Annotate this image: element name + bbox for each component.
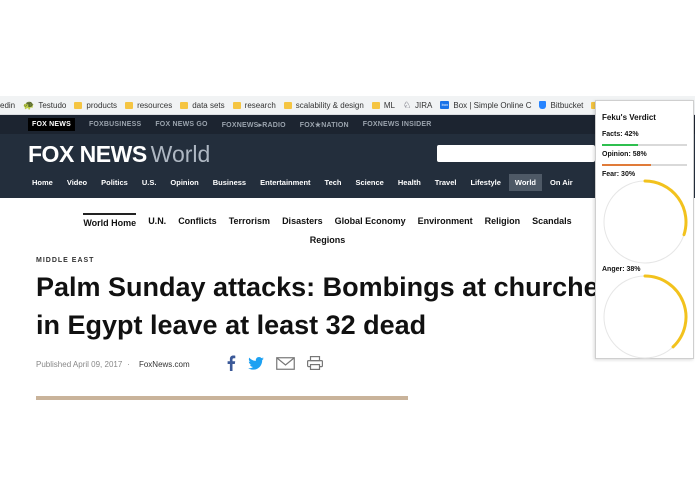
bookmark-label: edin — [0, 100, 16, 110]
network-link-foxnews[interactable]: FOX NEWS — [28, 118, 75, 131]
network-link-foxnewsgo[interactable]: FOX NEWS GO — [155, 121, 207, 128]
article-image — [36, 396, 408, 400]
subnav-disasters[interactable]: Disasters — [282, 213, 323, 228]
network-link-radio[interactable]: FOXNEWS▸RADIO — [222, 121, 286, 129]
bookmark-label: data sets — [192, 100, 225, 110]
world-subnav: World Home U.N. Conflicts Terrorism Disa… — [60, 213, 595, 249]
nav-travel[interactable]: Travel — [429, 174, 463, 191]
article-meta: Published April 09, 2017 · FoxNews.com — [36, 360, 190, 369]
bookmark-item[interactable]: data sets — [180, 100, 225, 110]
subnav-religion[interactable]: Religion — [485, 213, 521, 228]
subnav-world-home[interactable]: World Home — [83, 213, 137, 228]
fear-gauge-arc — [643, 179, 688, 237]
email-icon[interactable] — [276, 356, 295, 375]
meta-separator: · — [127, 360, 130, 369]
facts-bar-fill — [602, 144, 638, 146]
bookmark-label: Bitbucket — [550, 100, 584, 110]
verdict-title: Feku's Verdict — [602, 113, 656, 122]
bookmark-item[interactable]: ML — [371, 100, 395, 110]
bookmark-item[interactable]: Bitbucket — [539, 101, 583, 110]
opinion-bar — [602, 164, 687, 166]
bookmark-item[interactable]: edin — [0, 101, 15, 110]
opinion-bar-fill — [602, 164, 652, 166]
folder-icon — [371, 101, 380, 109]
anger-gauge-arc — [643, 274, 688, 349]
subnav-global-economy[interactable]: Global Economy — [335, 213, 406, 228]
bookmark-item[interactable]: ♘ JIRA — [402, 99, 433, 110]
nav-health[interactable]: Health — [392, 174, 427, 191]
nav-world[interactable]: World — [508, 173, 543, 191]
bookmark-label: Box | Simple Online C — [453, 100, 532, 110]
jira-icon: ♘ — [402, 99, 412, 110]
article-source[interactable]: FoxNews.com — [139, 360, 190, 369]
bookmark-item[interactable]: resources — [125, 101, 172, 110]
twitter-icon[interactable] — [248, 356, 264, 375]
nav-science[interactable]: Science — [350, 174, 390, 191]
network-link-insider[interactable]: FOXNEWS INSIDER — [363, 121, 432, 128]
anger-label: Anger: 38% — [602, 266, 641, 273]
facebook-icon[interactable] — [226, 355, 236, 376]
network-bar-edge — [0, 115, 28, 134]
folder-icon — [74, 101, 83, 109]
network-link-nation[interactable]: FOX★NATION — [300, 121, 349, 129]
fear-gauge — [603, 179, 688, 264]
site-logo[interactable]: FOX NEWS World — [28, 141, 210, 168]
nav-business[interactable]: Business — [207, 174, 252, 191]
nav-politics[interactable]: Politics — [95, 174, 134, 191]
publish-date: Published April 09, 2017 — [36, 360, 123, 369]
subnav-conflicts[interactable]: Conflicts — [178, 213, 217, 228]
subnav-regions[interactable]: Regions — [310, 232, 346, 245]
bookmark-label: research — [244, 100, 276, 110]
bookmarks-bar: edin 🐢 Testudo products resources data se… — [0, 96, 695, 115]
article-headline: Palm Sunday attacks: Bombings at churche… — [36, 272, 614, 340]
folder-icon — [283, 101, 292, 109]
nav-lifestyle[interactable]: Lifestyle — [464, 174, 506, 191]
subnav-scandals[interactable]: Scandals — [532, 213, 572, 228]
bookmark-label: resources — [137, 100, 173, 110]
nav-home[interactable]: Home — [26, 174, 59, 191]
bitbucket-icon — [539, 101, 547, 109]
bookmark-item[interactable]: products — [74, 101, 117, 110]
turtle-icon: 🐢 — [23, 99, 35, 110]
anger-gauge — [603, 274, 688, 359]
bookmark-label: ML — [383, 100, 395, 110]
nav-video[interactable]: Video — [61, 174, 93, 191]
bookmark-item[interactable]: 🐢 Testudo — [23, 99, 67, 110]
share-bar — [226, 355, 335, 376]
subnav-terrorism[interactable]: Terrorism — [229, 213, 270, 228]
main-nav: Home Video Politics U.S. Opinion Busines… — [26, 172, 581, 192]
bookmark-item[interactable]: research — [232, 100, 276, 110]
box-icon: box — [440, 101, 450, 109]
subnav-environment[interactable]: Environment — [418, 213, 473, 228]
nav-on-air[interactable]: On Air — [544, 174, 579, 191]
network-link-foxbusiness[interactable]: FOXBUSINESS — [89, 121, 141, 128]
bookmark-item[interactable]: box Box | Simple Online C — [440, 101, 531, 110]
subnav-un[interactable]: U.N. — [148, 213, 166, 228]
facts-label: Facts: 42% — [602, 131, 639, 138]
folder-icon — [232, 101, 241, 109]
nav-entertainment[interactable]: Entertainment — [254, 174, 316, 191]
bookmark-label: JIRA — [415, 100, 433, 110]
search-input[interactable] — [437, 145, 595, 162]
bookmark-label: Testudo — [38, 100, 67, 110]
logo-brand: FOX NEWS — [28, 141, 147, 167]
folder-icon — [125, 101, 134, 109]
nav-us[interactable]: U.S. — [136, 174, 163, 191]
folder-icon — [180, 101, 189, 109]
nav-opinion[interactable]: Opinion — [164, 174, 204, 191]
print-icon[interactable] — [307, 356, 324, 375]
bookmark-label: scalability & design — [295, 100, 364, 110]
bookmark-label: products — [86, 100, 118, 110]
facts-bar — [602, 144, 687, 146]
fear-label: Fear: 30% — [602, 171, 636, 178]
logo-section: World — [150, 141, 211, 167]
article-kicker[interactable]: MIDDLE EAST — [36, 257, 94, 264]
opinion-label: Opinion: 58% — [602, 151, 647, 158]
feku-verdict-popup: Feku's Verdict Facts: 42% Opinion: 58% F… — [595, 100, 694, 359]
nav-tech[interactable]: Tech — [319, 174, 348, 191]
bookmark-item[interactable]: scalability & design — [283, 100, 364, 110]
